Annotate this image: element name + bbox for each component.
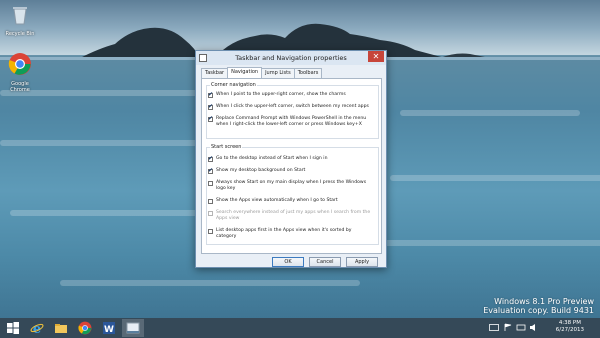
network-icon[interactable] <box>516 323 526 332</box>
clock-time: 4:38 PM <box>558 320 581 326</box>
option-label: Always show Start on my main display whe… <box>216 180 367 191</box>
checkbox[interactable] <box>208 115 213 122</box>
keyboard-icon[interactable] <box>489 323 499 332</box>
option-list-desktop-apps-first[interactable]: List desktop apps first in the Apps view… <box>208 228 372 239</box>
option-upper-left-recent-apps[interactable]: When I click the upper-left corner, swit… <box>208 103 372 110</box>
taskbar-properties-window[interactable] <box>122 319 144 337</box>
ok-button[interactable]: OK <box>272 257 304 267</box>
watermark-line-1: Windows 8.1 Pro Preview <box>494 297 594 306</box>
internet-explorer-icon: e <box>30 322 44 335</box>
taskbar-chrome[interactable] <box>74 319 96 337</box>
option-apps-view-automatically[interactable]: Show the Apps view automatically when I … <box>208 198 372 204</box>
taskbar-file-explorer[interactable] <box>50 319 72 337</box>
option-desktop-background-on-start[interactable]: Show my desktop background on Start <box>208 167 372 174</box>
navigation-tab-panel: Corner navigation When I point to the up… <box>201 78 382 254</box>
option-label: Replace Command Prompt with Windows Powe… <box>216 116 367 127</box>
taskbar-properties-icon <box>126 322 140 334</box>
checkbox[interactable] <box>208 229 213 234</box>
tab-strip: Taskbar Navigation Jump Lists Toolbars <box>201 67 323 78</box>
volume-icon[interactable] <box>529 323 539 332</box>
option-label: Show my desktop background on Start <box>216 168 306 173</box>
option-search-everywhere: Search everywhere instead of just my app… <box>208 210 372 221</box>
checkbox[interactable] <box>208 181 213 186</box>
option-label: Search everywhere instead of just my app… <box>216 210 371 221</box>
checkbox[interactable] <box>208 91 213 98</box>
option-label: When I click the upper-left corner, swit… <box>216 104 369 109</box>
checkbox <box>208 211 213 216</box>
file-explorer-icon <box>55 324 67 333</box>
word-icon: W <box>103 322 115 335</box>
taskbar-navigation-properties-dialog: Taskbar and Navigation properties ✕ Task… <box>195 50 387 268</box>
apply-button[interactable]: Apply <box>346 257 378 267</box>
checkbox[interactable] <box>208 199 213 204</box>
recycle-bin-icon <box>13 7 27 25</box>
taskbar: e W 4:38 PM 6/27/2013 <box>0 318 600 338</box>
desktop-icon-recycle-bin[interactable]: Recycle Bin <box>2 2 38 37</box>
build-watermark: Windows 8.1 Pro Preview Evaluation copy.… <box>483 297 594 315</box>
taskbar-clock[interactable]: 4:38 PM 6/27/2013 <box>556 320 584 334</box>
option-label: When I point to the upper-right corner, … <box>216 92 346 97</box>
option-label: Go to the desktop instead of Start when … <box>216 156 328 161</box>
recycle-bin-label: Recycle Bin <box>5 31 35 37</box>
chrome-icon <box>78 321 92 335</box>
option-desktop-on-signin[interactable]: Go to the desktop instead of Start when … <box>208 155 372 162</box>
corner-navigation-label: Corner navigation <box>210 82 257 88</box>
clock-date: 6/27/2013 <box>555 327 584 333</box>
tab-navigation[interactable]: Navigation <box>227 67 263 78</box>
action-center-flag-icon[interactable] <box>503 323 513 332</box>
cancel-button[interactable]: Cancel <box>309 257 341 267</box>
tab-taskbar[interactable]: Taskbar <box>201 68 229 78</box>
option-label: List desktop apps first in the Apps view… <box>216 228 352 239</box>
chrome-label: Google Chrome <box>10 81 30 93</box>
checkbox[interactable] <box>208 155 213 162</box>
checkbox[interactable] <box>208 167 213 174</box>
option-label: Show the Apps view automatically when I … <box>216 198 338 203</box>
windows-start-icon <box>7 322 19 334</box>
desktop-icon-chrome[interactable]: Google Chrome <box>2 52 38 93</box>
dialog-title: Taskbar and Navigation properties <box>235 54 347 62</box>
checkbox[interactable] <box>208 103 213 110</box>
taskbar-word[interactable]: W <box>98 319 120 337</box>
option-upper-right-charms[interactable]: When I point to the upper-right corner, … <box>208 91 372 98</box>
start-screen-label: Start screen <box>210 144 243 150</box>
svg-text:W: W <box>104 325 114 335</box>
option-powershell[interactable]: Replace Command Prompt with Windows Powe… <box>208 115 372 127</box>
chrome-icon <box>8 53 31 75</box>
tab-jump-lists[interactable]: Jump Lists <box>261 68 295 78</box>
start-button[interactable] <box>2 319 24 337</box>
watermark-line-2: Evaluation copy. Build 9431 <box>483 306 594 315</box>
close-button[interactable]: ✕ <box>368 51 384 62</box>
tab-toolbars[interactable]: Toolbars <box>293 68 323 78</box>
dialog-titlebar[interactable]: Taskbar and Navigation properties ✕ <box>196 51 386 65</box>
option-start-on-main-display[interactable]: Always show Start on my main display whe… <box>208 180 372 191</box>
taskbar-internet-explorer[interactable]: e <box>26 319 48 337</box>
